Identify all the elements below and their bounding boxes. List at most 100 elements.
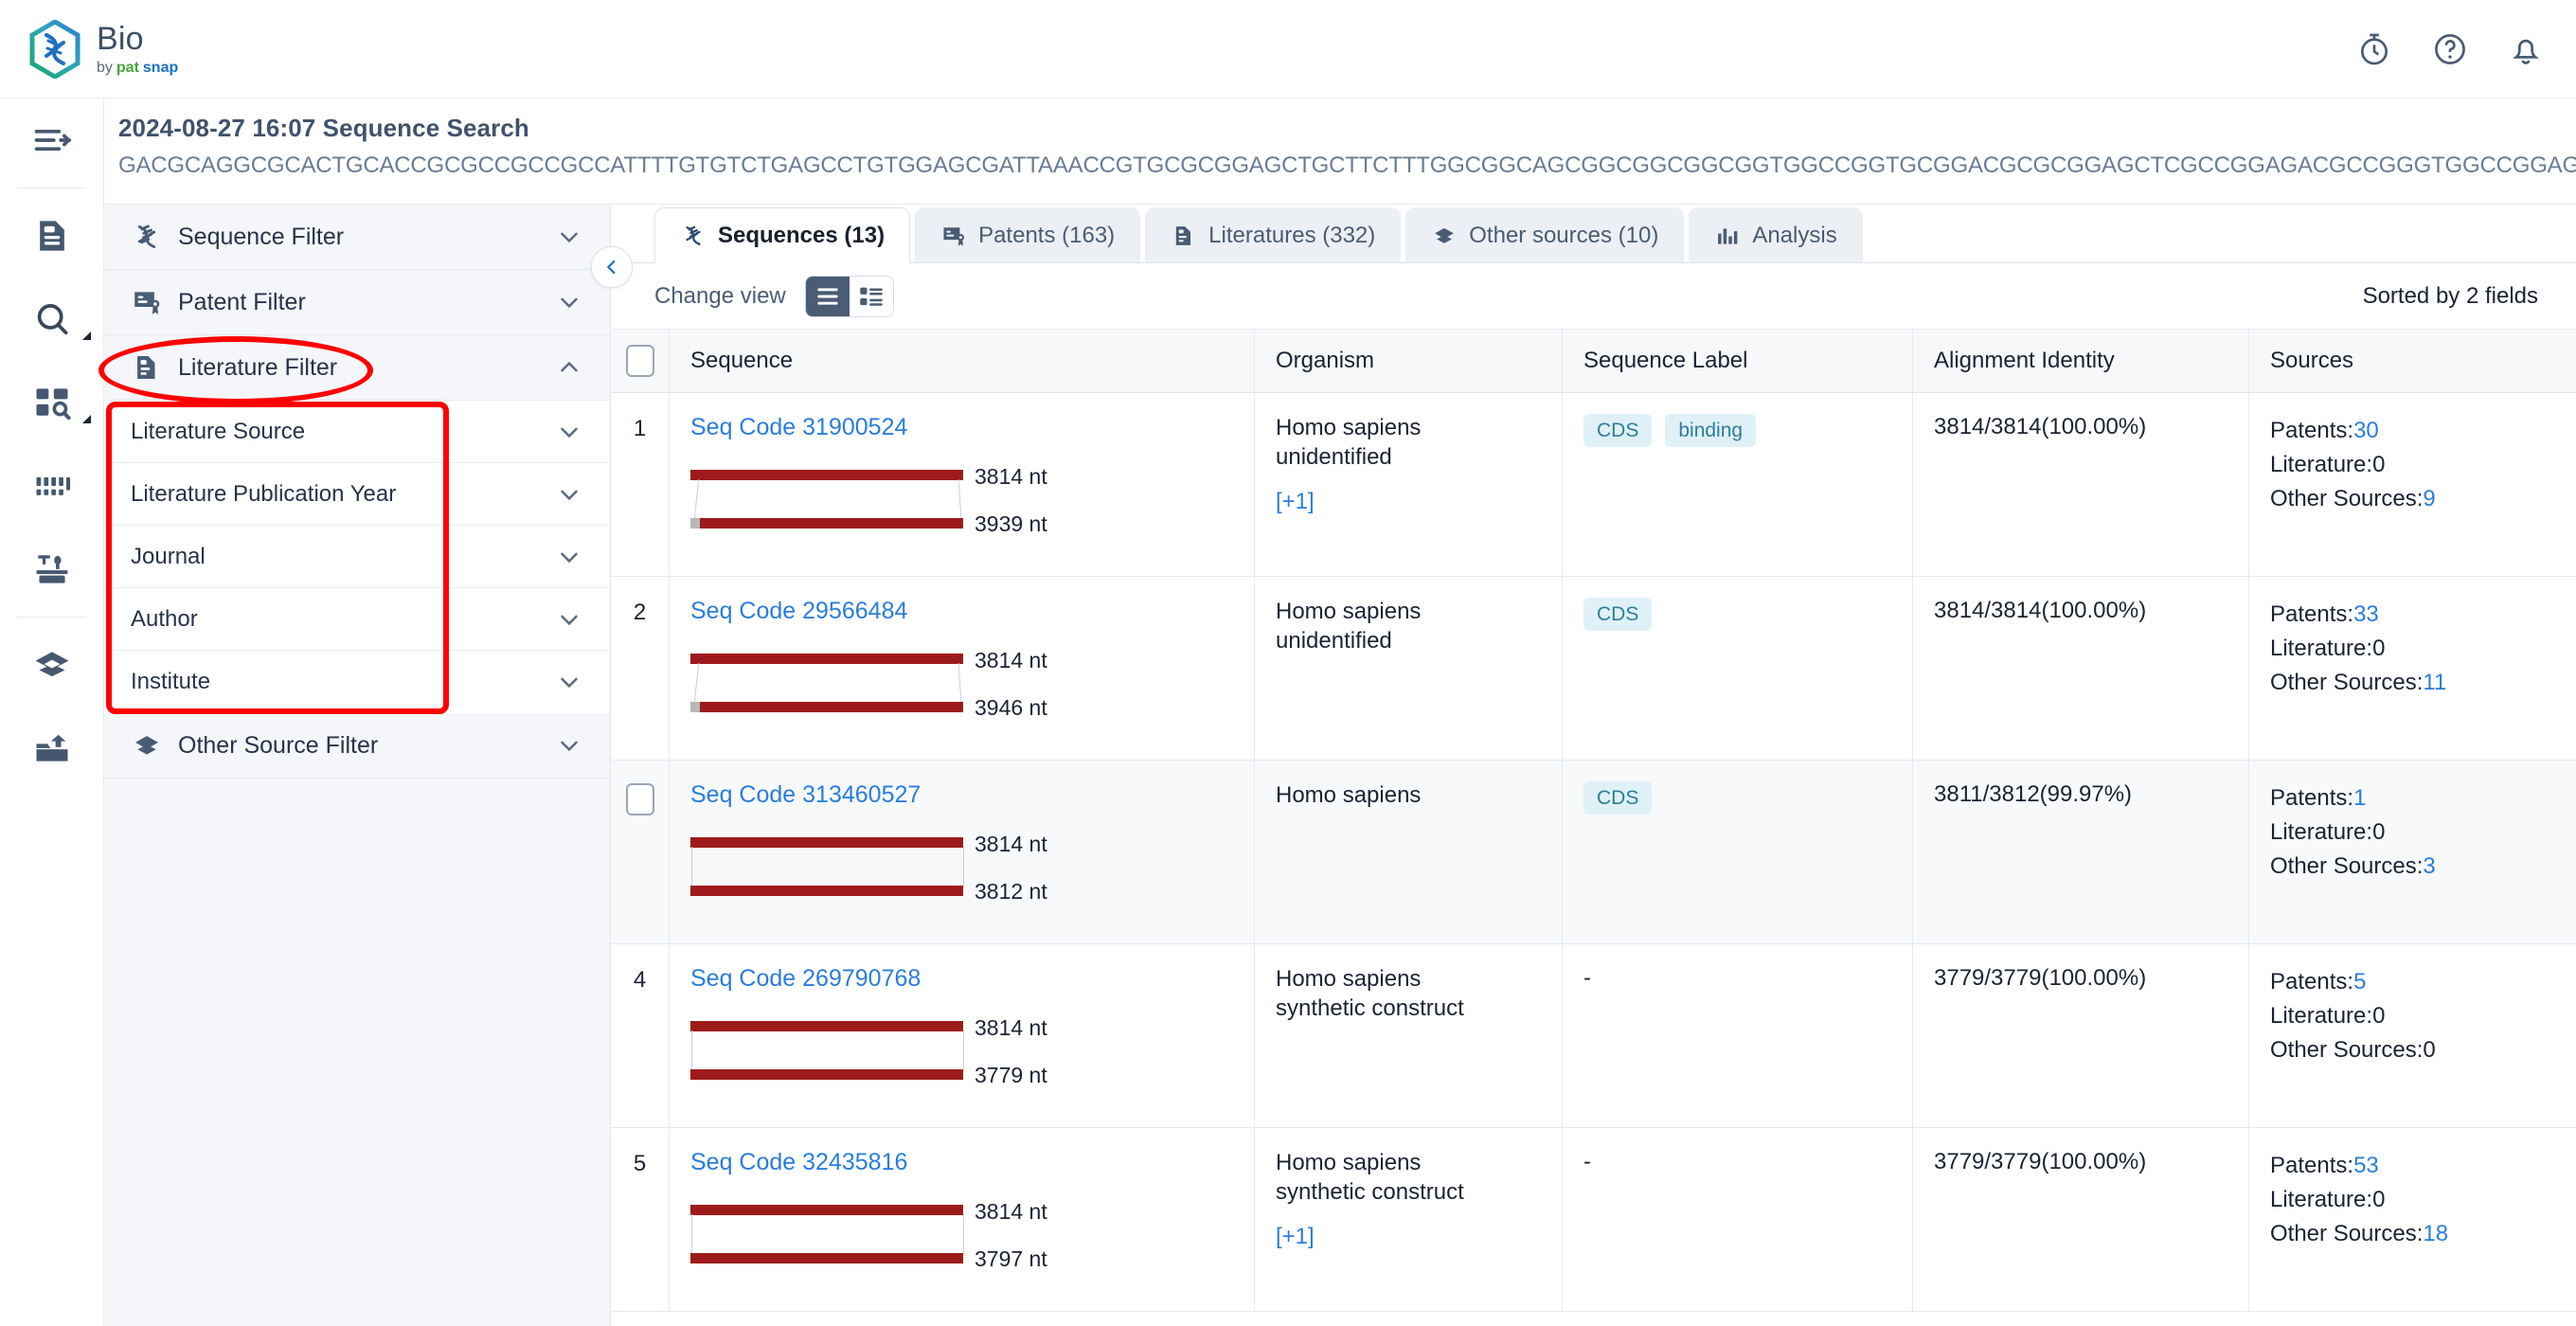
rail-item-tools[interactable] [0, 528, 104, 611]
sequence-code-link[interactable]: Seq Code 269790768 [690, 965, 1254, 993]
row-select-cell [611, 761, 670, 943]
table-row[interactable]: Seq Code 313460527 3814 nt 3812 nt Homo … [611, 761, 2576, 944]
query-length: 3814 nt [975, 1199, 1047, 1224]
select-all-checkbox[interactable] [625, 345, 654, 377]
brand-logo[interactable]: Bio by pat snap [28, 19, 178, 79]
alignment-graphic-wrap: 3814 nt 3797 nt [690, 1199, 1254, 1271]
sources-patents-count[interactable]: 5 [2353, 969, 2366, 994]
label-chip[interactable]: CDS [1583, 414, 1653, 447]
alignment-graphic: 3814 nt 3797 nt [690, 1199, 1047, 1271]
alignment-identity-cell: 3779/3779(100.00%) [1913, 1128, 2249, 1311]
sources-patents-count[interactable]: 53 [2353, 1153, 2379, 1178]
sources-cell: Patents:30 Literature:0 Other Sources:9 [2249, 393, 2576, 576]
notifications-bell-icon[interactable] [2508, 31, 2544, 67]
rail-item-expand-nav[interactable] [0, 99, 104, 182]
tab-sequences[interactable]: Sequences (13) [654, 207, 911, 263]
table-row[interactable]: 1 Seq Code 31900524 3814 nt 3939 nt Homo… [611, 393, 2576, 577]
chevron-down-icon[interactable] [555, 480, 583, 509]
alignment-bar-query [690, 470, 963, 480]
sequence-code-link[interactable]: Seq Code 31900524 [690, 414, 1254, 441]
sub-filter-label: Institute [131, 669, 211, 694]
label-chip[interactable]: binding [1665, 414, 1757, 447]
chevron-down-icon[interactable] [555, 605, 583, 634]
sources-patents-label: Patents: [2270, 601, 2354, 627]
chevron-down-icon[interactable] [555, 543, 583, 571]
collapse-sidebar-handle[interactable] [591, 246, 633, 288]
column-header-sequence-label[interactable]: Sequence Label [1563, 330, 1913, 392]
rail-item-layers[interactable] [0, 623, 104, 707]
sources-patents-count[interactable]: 30 [2353, 418, 2379, 443]
alignment-connector-left [693, 663, 700, 703]
alignment-bar-subject [690, 886, 963, 896]
label-chip[interactable]: CDS [1583, 598, 1653, 631]
chevron-down-icon[interactable] [555, 668, 583, 696]
rail-item-documents[interactable] [0, 194, 104, 278]
chevron-up-icon[interactable] [555, 353, 583, 382]
alignment-connector-right [963, 1030, 964, 1070]
sources-other-count[interactable]: 18 [2423, 1221, 2448, 1246]
tab-analysis[interactable]: Analysis [1689, 207, 1863, 262]
sources-cell: Patents:33 Literature:0 Other Sources:11 [2249, 577, 2576, 760]
tab-literatures[interactable]: Literatures (332) [1145, 207, 1402, 262]
column-header-organism[interactable]: Organism [1255, 330, 1563, 392]
sequence-code-link[interactable]: Seq Code 32435816 [690, 1149, 1254, 1176]
rail-item-upload[interactable] [0, 707, 104, 790]
alignment-identity-cell: 3779/3779(100.00%) [1913, 944, 2249, 1127]
tab-other-sources[interactable]: Other sources (10) [1405, 207, 1685, 262]
sources-other: Other Sources:0 [2270, 1033, 2576, 1067]
rail-item-grid-search[interactable] [0, 361, 104, 444]
list-view-button[interactable] [805, 276, 850, 316]
sources-other-count[interactable]: 3 [2423, 853, 2435, 879]
columns-icon [36, 476, 71, 495]
sequence-cell: Seq Code 31900524 3814 nt 3939 nt [670, 393, 1255, 576]
rail-item-columns[interactable] [0, 444, 104, 528]
filter-group-literature-filter[interactable]: Literature Filter [104, 335, 610, 401]
filter-group-patent-filter[interactable]: Patent Filter [104, 270, 610, 335]
result-tabs: Sequences (13) Patents (163) Literatures… [611, 205, 2576, 263]
sources-patents-count[interactable]: 1 [2353, 785, 2366, 811]
filter-group-other-source-filter[interactable]: Other Source Filter [104, 713, 610, 779]
tab-patents[interactable]: Patents (163) [915, 207, 1141, 262]
filter-group-sequence-filter[interactable]: Sequence Filter [104, 205, 610, 270]
sources-other-count[interactable]: 9 [2423, 486, 2435, 511]
sources-literature-count: 0 [2372, 819, 2386, 845]
sub-filter-institute[interactable]: Institute [104, 651, 610, 713]
sources-patents-label: Patents: [2270, 785, 2354, 811]
table-row[interactable]: 4 Seq Code 269790768 3814 nt 3779 nt Hom… [611, 944, 2576, 1128]
chevron-down-icon[interactable] [555, 223, 583, 251]
sources-other-count: 0 [2423, 1037, 2436, 1063]
card-view-button[interactable] [849, 276, 893, 316]
sources-other-count[interactable]: 11 [2423, 670, 2446, 695]
alignment-identity-cell: 3814/3814(100.00%) [1913, 577, 2249, 760]
sub-filter-journal[interactable]: Journal [104, 526, 610, 588]
label-chip[interactable]: CDS [1583, 781, 1653, 815]
organism-more-link[interactable]: [+1] [1276, 489, 1315, 515]
column-header-sequence[interactable]: Sequence [670, 330, 1255, 392]
tab-label: Analysis [1752, 222, 1837, 248]
table-row[interactable]: 5 Seq Code 32435816 3814 nt 3797 nt Homo… [611, 1128, 2576, 1312]
sub-filter-author[interactable]: Author [104, 588, 610, 651]
column-header-alignment-identity[interactable]: Alignment Identity [1913, 330, 2249, 392]
column-header-sources[interactable]: Sources [2249, 330, 2576, 392]
row-checkbox[interactable] [625, 783, 654, 815]
sequence-code-link[interactable]: Seq Code 29566484 [690, 598, 1254, 625]
organism-more-link[interactable]: [+1] [1276, 1224, 1315, 1250]
subject-length: 3946 nt [975, 695, 1047, 720]
table-row[interactable]: 2 Seq Code 29566484 3814 nt 3946 nt Homo… [611, 577, 2576, 761]
query-length: 3814 nt [975, 1015, 1047, 1040]
organism-cell: Homo sapiens unidentified [+1] [1255, 393, 1563, 576]
rail-item-search[interactable] [0, 278, 104, 361]
sequence-code-link[interactable]: Seq Code 313460527 [690, 781, 1254, 809]
chevron-down-icon[interactable] [555, 731, 583, 760]
history-timer-icon[interactable] [2356, 31, 2392, 67]
chevron-down-icon[interactable] [555, 288, 583, 316]
filter-group-label: Literature Filter [178, 353, 338, 381]
sub-filter-literature-source[interactable]: Literature Source [104, 401, 610, 463]
chevron-down-icon[interactable] [555, 418, 583, 446]
sequence-label-cell: CDS binding [1563, 393, 1913, 576]
view-mode-group [804, 275, 894, 317]
sub-filter-literature-publication-year[interactable]: Literature Publication Year [104, 463, 610, 526]
row-index-cell: 2 [611, 577, 670, 760]
help-icon[interactable] [2432, 31, 2468, 67]
sources-patents-count[interactable]: 33 [2353, 601, 2379, 627]
